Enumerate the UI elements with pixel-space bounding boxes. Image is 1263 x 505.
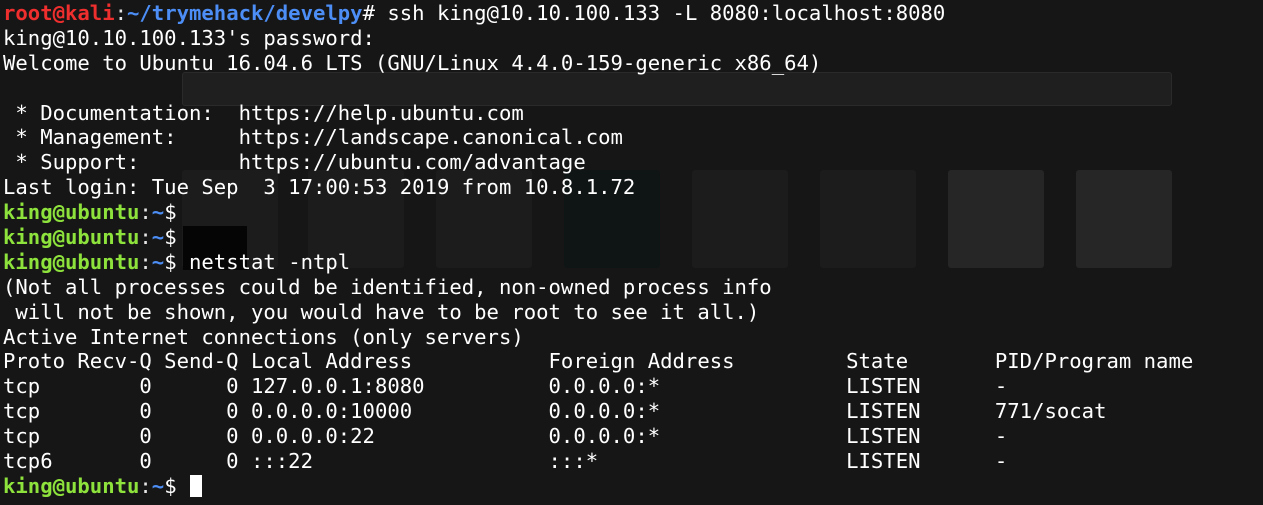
netstat-row: tcp6 0 0 :::22 :::* LISTEN - bbox=[3, 449, 1008, 474]
netstat-command: netstat -ntpl bbox=[176, 249, 351, 274]
kali-prompt-line: root@kali:~/trymehack/develpy# ssh king@… bbox=[3, 1, 946, 25]
prompt-user-host: root@kali bbox=[3, 1, 115, 25]
motd-support: * Support: https://ubuntu.com/advantage bbox=[3, 150, 586, 175]
netstat-row: tcp 0 0 127.0.0.1:8080 0.0.0.0:* LISTEN … bbox=[3, 374, 1008, 399]
remote-prompt-line: king@ubuntu:~$ netstat -ntpl bbox=[3, 249, 351, 274]
terminal-output: root@kali:~/trymehack/develpy# ssh king@… bbox=[3, 1, 1193, 499]
netstat-row: tcp 0 0 0.0.0.0:22 0.0.0.0:* LISTEN - bbox=[3, 424, 1008, 449]
prompt-path: ~ bbox=[151, 200, 165, 225]
prompt-user-host: king@ubuntu bbox=[3, 249, 140, 274]
prompt-user-host: king@ubuntu bbox=[3, 200, 140, 225]
remote-prompt-line-active[interactable]: king@ubuntu:~$ bbox=[3, 474, 1193, 499]
prompt-user-host: king@ubuntu bbox=[3, 225, 140, 250]
netstat-title: Active Internet connections (only server… bbox=[3, 324, 524, 349]
netstat-notice: will not be shown, you would have to be … bbox=[3, 299, 760, 324]
remote-prompt-line: king@ubuntu:~$ bbox=[3, 200, 177, 225]
ssh-command: ssh king@10.10.100.133 -L 8080:localhost… bbox=[374, 1, 946, 25]
command-input[interactable] bbox=[177, 474, 189, 498]
prompt-path: ~ bbox=[151, 225, 165, 250]
prompt-path: ~/trymehack/develpy bbox=[127, 1, 363, 25]
last-login: Last login: Tue Sep 3 17:00:53 2019 from… bbox=[3, 175, 636, 200]
netstat-header: Proto Recv-Q Send-Q Local Address Foreig… bbox=[3, 349, 1194, 374]
netstat-row: tcp 0 0 0.0.0.0:10000 0.0.0.0:* LISTEN 7… bbox=[3, 399, 1107, 424]
terminal-window[interactable]: root@kali:~/trymehack/develpy# ssh king@… bbox=[0, 0, 1263, 505]
remote-prompt-line: king@ubuntu:~$ bbox=[3, 225, 177, 250]
password-prompt: king@10.10.100.133's password: bbox=[3, 25, 375, 50]
prompt-user-host: king@ubuntu bbox=[3, 473, 140, 498]
prompt-path: ~ bbox=[151, 249, 165, 274]
motd-documentation: * Documentation: https://help.ubuntu.com bbox=[3, 100, 524, 125]
prompt-path: ~ bbox=[151, 473, 165, 498]
welcome-banner: Welcome to Ubuntu 16.04.6 LTS (GNU/Linux… bbox=[3, 50, 822, 75]
netstat-notice: (Not all processes could be identified, … bbox=[3, 274, 772, 299]
text-cursor bbox=[190, 474, 203, 497]
motd-management: * Management: https://landscape.canonica… bbox=[3, 125, 623, 150]
